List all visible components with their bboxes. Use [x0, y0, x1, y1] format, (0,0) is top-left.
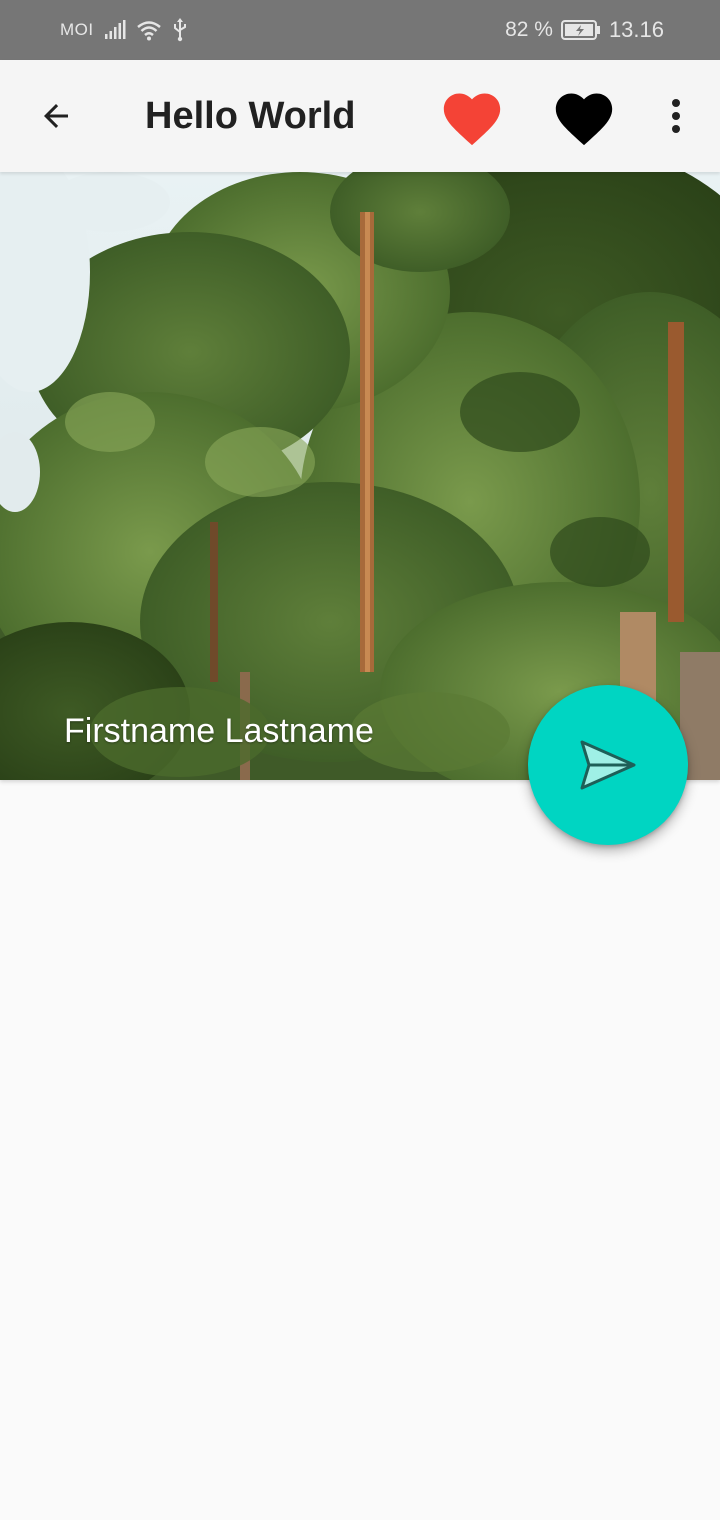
app-bar: Hello World: [0, 60, 720, 172]
send-icon: [580, 740, 636, 790]
heart-icon-black: [555, 93, 613, 146]
usb-icon: [173, 18, 186, 42]
status-bar: MOI 82 % 13.16: [0, 0, 720, 60]
more-vert-icon: [672, 99, 680, 133]
back-button[interactable]: [28, 88, 84, 144]
back-arrow-icon: [44, 104, 68, 128]
signal-icon: [104, 20, 126, 39]
battery-icon: [560, 20, 600, 40]
send-fab[interactable]: [528, 685, 688, 845]
status-right: 82 % 13.16: [505, 0, 664, 60]
favorite-black-button[interactable]: [549, 84, 619, 148]
name-caption: Firstname Lastname: [64, 712, 374, 750]
heart-icon-red: [443, 93, 501, 146]
status-left: MOI: [60, 0, 188, 60]
favorite-red-button[interactable]: [437, 84, 507, 148]
battery-percent: 82 %: [505, 18, 553, 41]
clock: 13.16: [608, 17, 664, 42]
carrier-label: MOI: [60, 20, 94, 39]
wifi-icon: [136, 21, 161, 41]
more-options-button[interactable]: [652, 88, 700, 144]
app-title: Hello World: [145, 94, 356, 137]
